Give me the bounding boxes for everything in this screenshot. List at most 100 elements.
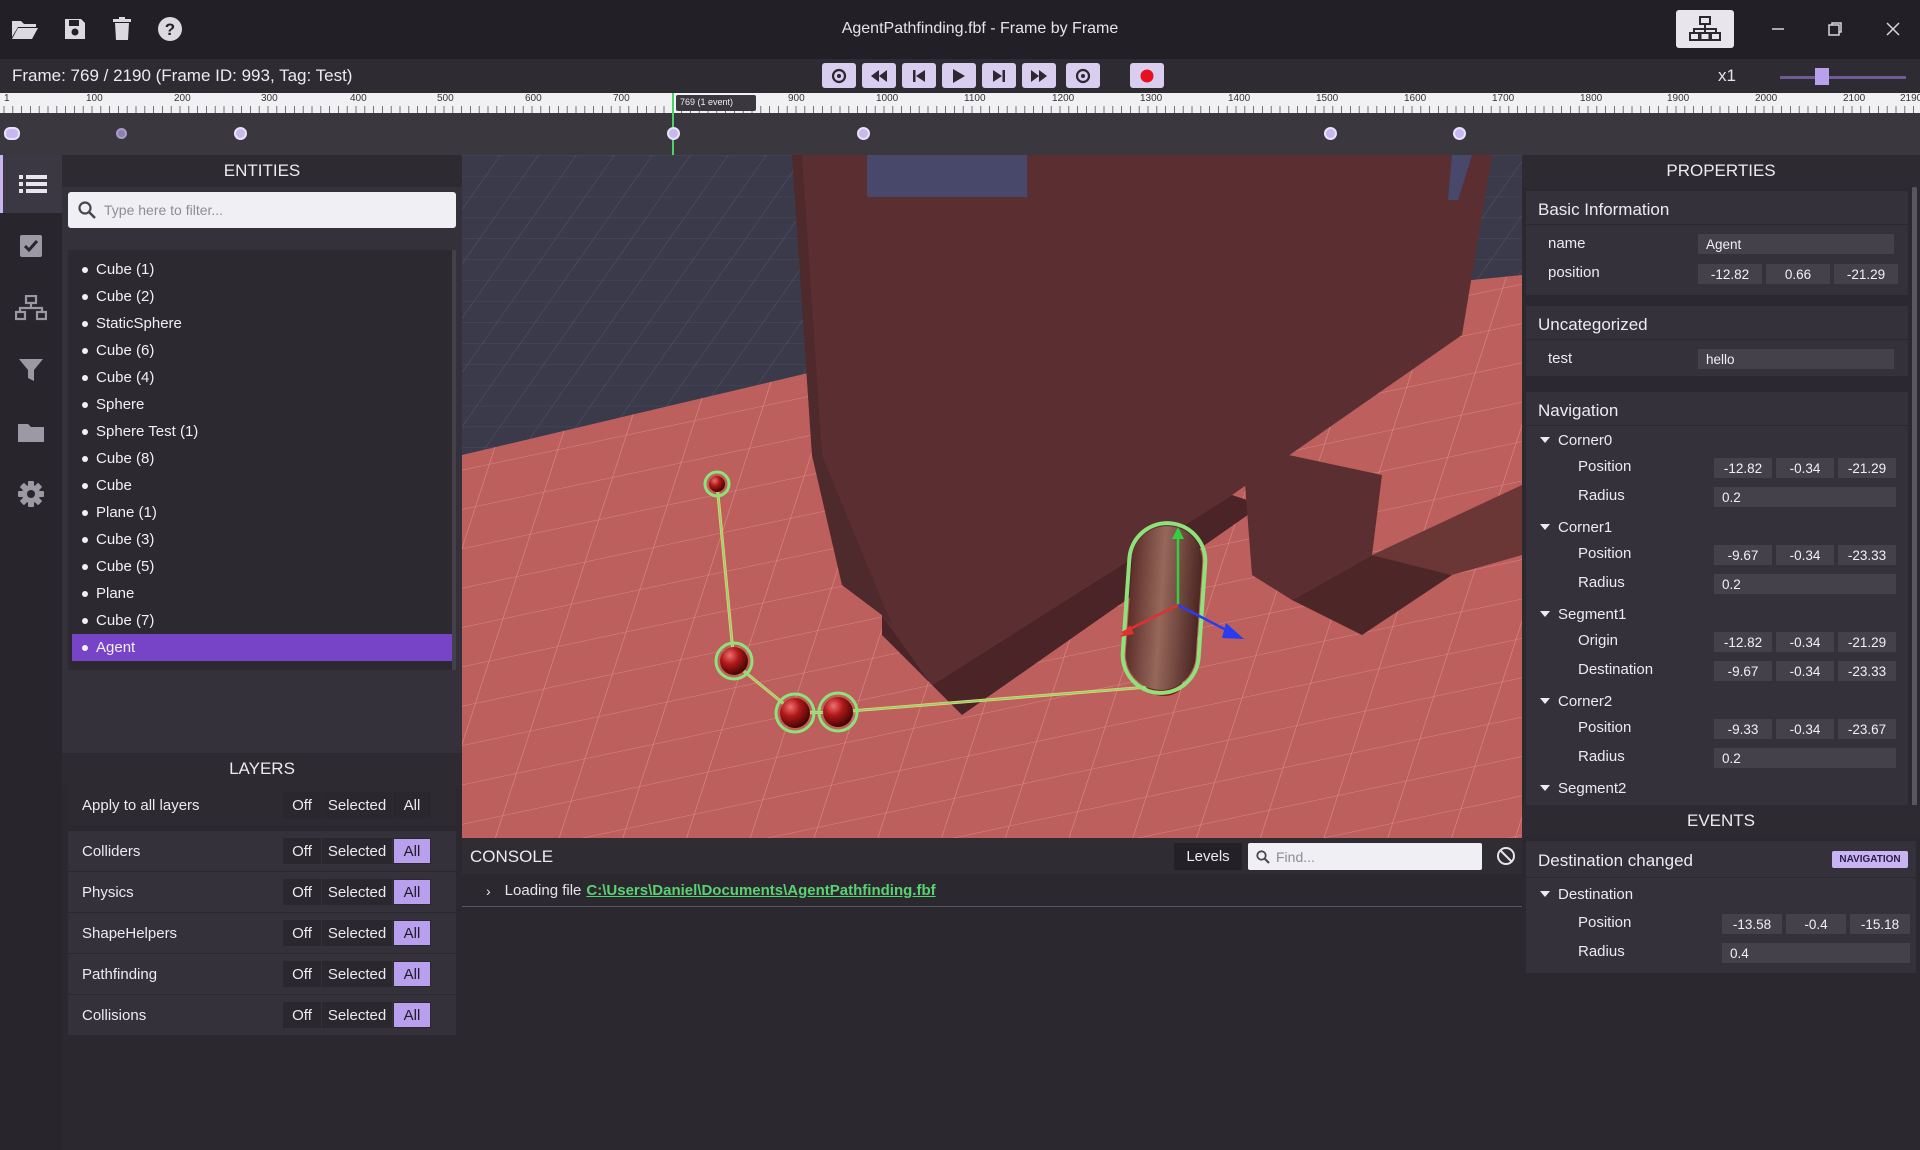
entity-item[interactable]: Sphere: [72, 391, 456, 418]
corner1-label[interactable]: Corner1: [1558, 519, 1612, 536]
reset-button[interactable]: [822, 63, 856, 88]
corner0-position-x[interactable]: -12.82: [1714, 458, 1772, 478]
help-icon[interactable]: ?: [155, 14, 185, 44]
waypoint-sphere[interactable]: [817, 691, 859, 733]
segment1-destination-y[interactable]: -0.34: [1776, 661, 1834, 681]
position-y[interactable]: 0.66: [1766, 264, 1830, 284]
timeline-event[interactable]: [234, 127, 247, 140]
play-button[interactable]: [942, 63, 976, 88]
chevron-down-icon[interactable]: [1540, 524, 1550, 530]
layer-off-button[interactable]: Off: [283, 961, 321, 987]
entity-item[interactable]: Cube (7): [72, 607, 456, 634]
filter-tab[interactable]: [0, 341, 62, 399]
segment2-label[interactable]: Segment2: [1558, 780, 1626, 797]
corner0-radius[interactable]: 0.2: [1714, 487, 1896, 507]
position-x[interactable]: -12.82: [1698, 264, 1762, 284]
chevron-down-icon[interactable]: [1540, 611, 1550, 617]
entities-tab[interactable]: [0, 155, 62, 213]
entity-item[interactable]: Plane: [72, 580, 456, 607]
segment1-label[interactable]: Segment1: [1558, 606, 1626, 623]
levels-button[interactable]: Levels: [1174, 843, 1242, 870]
trash-icon[interactable]: [107, 14, 137, 44]
network-button[interactable]: [1676, 10, 1734, 48]
entity-item[interactable]: Cube (1): [72, 256, 456, 283]
entity-item[interactable]: Sphere Test (1): [72, 418, 456, 445]
entities-filter[interactable]: [68, 192, 456, 228]
event-position-z[interactable]: -15.18: [1850, 914, 1910, 934]
timeline-event[interactable]: [116, 128, 127, 139]
segment1-origin-x[interactable]: -12.82: [1714, 632, 1772, 652]
save-icon[interactable]: [60, 14, 90, 44]
console-find-input[interactable]: [1276, 848, 1466, 865]
entity-item[interactable]: Agent: [72, 634, 456, 661]
maximize-button[interactable]: [1820, 14, 1850, 44]
fast-forward-button[interactable]: [1022, 63, 1056, 88]
loop-button[interactable]: [1066, 63, 1100, 88]
layer-selected-button[interactable]: Selected: [322, 879, 392, 905]
speed-slider-handle[interactable]: [1814, 68, 1829, 85]
entity-item[interactable]: Cube (5): [72, 553, 456, 580]
layer-all-button[interactable]: All: [393, 879, 431, 905]
console-find[interactable]: [1248, 843, 1482, 870]
layer-all-button[interactable]: All: [393, 1002, 431, 1028]
corner0-position-z[interactable]: -21.29: [1838, 458, 1896, 478]
folder-tab[interactable]: [0, 403, 62, 461]
timeline-ruler[interactable]: 1 100 200 300 400 500 600 700 900 1000 1100 1200 130…: [0, 93, 1920, 113]
chevron-down-icon[interactable]: [1540, 891, 1550, 897]
chevron-down-icon[interactable]: [1540, 437, 1550, 443]
timeline[interactable]: 1 100 200 300 400 500 600 700 900 1000 1100 1200 130…: [0, 93, 1920, 155]
event-radius[interactable]: 0.4: [1722, 943, 1910, 963]
timeline-event[interactable]: [857, 127, 870, 140]
close-button[interactable]: [1878, 14, 1908, 44]
corner2-radius[interactable]: 0.2: [1714, 748, 1896, 768]
step-forward-button[interactable]: [982, 63, 1016, 88]
layer-selected-button[interactable]: Selected: [322, 1002, 392, 1028]
properties-scrollbar[interactable]: [1912, 187, 1917, 805]
timeline-event[interactable]: [667, 127, 680, 140]
timeline-event[interactable]: [1324, 127, 1337, 140]
corner1-radius[interactable]: 0.2: [1714, 574, 1896, 594]
chevron-down-icon[interactable]: [1540, 698, 1550, 704]
corner1-position-z[interactable]: -23.33: [1838, 545, 1896, 565]
entity-item[interactable]: Cube (6): [72, 337, 456, 364]
log-entry[interactable]: › Loading file C:\Users\Daniel\Documents…: [462, 875, 1522, 907]
entity-item[interactable]: StaticSphere: [72, 310, 456, 337]
layer-all-button[interactable]: All: [393, 920, 431, 946]
settings-tab[interactable]: [0, 465, 62, 523]
position-z[interactable]: -21.29: [1834, 264, 1898, 284]
layer-all-button[interactable]: All: [393, 838, 431, 864]
corner0-position-y[interactable]: -0.34: [1776, 458, 1834, 478]
clear-icon[interactable]: [1496, 846, 1516, 866]
corner2-position-x[interactable]: -9.33: [1714, 719, 1772, 739]
folder-open-icon[interactable]: [10, 14, 40, 44]
rewind-button[interactable]: [862, 63, 896, 88]
test-field[interactable]: hello: [1698, 349, 1894, 369]
apply-all-off[interactable]: Off: [283, 792, 321, 818]
scene-viewport[interactable]: [462, 155, 1522, 838]
step-back-button[interactable]: [902, 63, 936, 88]
entity-item[interactable]: Cube (3): [72, 526, 456, 553]
speed-slider[interactable]: [1780, 76, 1906, 79]
entity-list-scrollbar[interactable]: [452, 250, 456, 670]
entity-item[interactable]: Cube: [72, 472, 456, 499]
layer-off-button[interactable]: Off: [283, 1002, 321, 1028]
layer-off-button[interactable]: Off: [283, 879, 321, 905]
segment1-origin-y[interactable]: -0.34: [1776, 632, 1834, 652]
corner2-label[interactable]: Corner2: [1558, 693, 1612, 710]
waypoint-sphere[interactable]: [774, 692, 816, 734]
name-field[interactable]: Agent: [1698, 234, 1894, 254]
layer-off-button[interactable]: Off: [283, 920, 321, 946]
log-file-link[interactable]: C:\Users\Daniel\Documents\AgentPathfindi…: [586, 882, 935, 899]
segment1-destination-x[interactable]: -9.67: [1714, 661, 1772, 681]
apply-all-selected[interactable]: Selected: [322, 792, 392, 818]
minimize-button[interactable]: [1763, 14, 1793, 44]
checklist-tab[interactable]: [0, 217, 62, 275]
layer-selected-button[interactable]: Selected: [322, 920, 392, 946]
segment1-destination-z[interactable]: -23.33: [1838, 661, 1896, 681]
apply-all-all[interactable]: All: [393, 792, 431, 818]
layer-off-button[interactable]: Off: [283, 838, 321, 864]
layer-selected-button[interactable]: Selected: [322, 838, 392, 864]
chevron-down-icon[interactable]: [1540, 785, 1550, 791]
entity-item[interactable]: Plane (1): [72, 499, 456, 526]
timeline-event[interactable]: [1453, 127, 1466, 140]
